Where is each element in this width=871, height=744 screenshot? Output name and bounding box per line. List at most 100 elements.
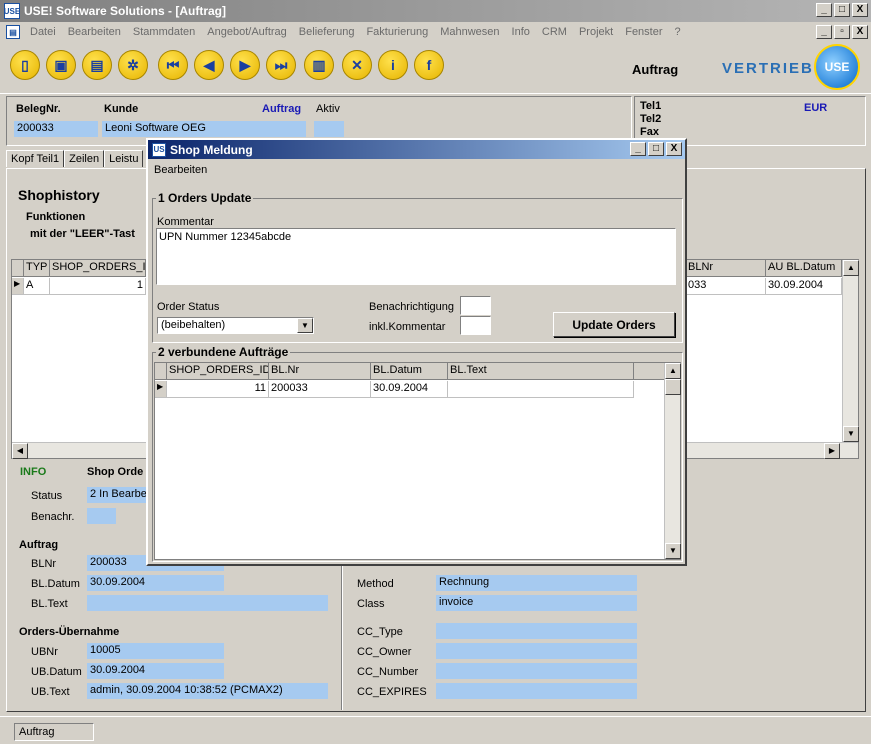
auftraege-grid[interactable]: SHOP_ORDERS_ID BL.Nr BL.Datum BL.Text ▶ … (154, 362, 681, 560)
col-blnr[interactable]: BLNr (686, 260, 766, 277)
scroll-right-icon[interactable]: ▶ (824, 443, 840, 459)
dialog-minimize-button[interactable]: _ (630, 142, 646, 156)
dialog-menu-bearbeiten[interactable]: Bearbeiten (154, 164, 207, 176)
ccnumber-label: CC_Number (357, 666, 419, 678)
auftrag-label: Auftrag (262, 103, 302, 115)
new-button[interactable]: ▯ (10, 50, 40, 80)
scroll-left-icon[interactable]: ◀ (12, 443, 28, 459)
chevron-down-icon[interactable]: ▼ (297, 318, 313, 333)
cell-shop-orders-id[interactable]: 11 (167, 381, 269, 398)
order-status-select[interactable]: (beibehalten) ▼ (157, 317, 314, 334)
menu-info[interactable]: Info (506, 26, 536, 38)
menu-projekt[interactable]: Projekt (573, 26, 619, 38)
info-button[interactable]: i (378, 50, 408, 80)
save-button[interactable]: ▣ (46, 50, 76, 80)
new-icon: ▯ (21, 56, 29, 73)
tab-leistung[interactable]: Leistu (104, 150, 144, 167)
col-shop-orders-id[interactable]: SHOP_ORDERS_ID (167, 363, 269, 380)
first-record-button[interactable]: ⏮ (158, 50, 188, 80)
prev-record-button[interactable]: ◀ (194, 50, 224, 80)
menu-help[interactable]: ? (669, 26, 687, 38)
dialog-maximize-button[interactable]: □ (648, 142, 664, 156)
menu-fakturierung[interactable]: Fakturierung (360, 26, 434, 38)
bldatum-field[interactable]: 30.09.2004 (87, 575, 224, 591)
cell-datum[interactable]: 30.09.2004 (766, 278, 842, 295)
menu-mahnwesen[interactable]: Mahnwesen (434, 26, 505, 38)
window-titlebar[interactable]: USE USE! Software Solutions - [Auftrag] … (0, 0, 871, 22)
menu-datei[interactable]: Datei (24, 26, 62, 38)
scroll-down-icon[interactable]: ▼ (843, 426, 859, 442)
mdi-child-icon[interactable]: ▤ (6, 25, 20, 39)
maximize-button[interactable]: □ (834, 3, 850, 17)
dialog-titlebar[interactable]: US Shop Meldung _ □ X (148, 140, 685, 159)
ccexpires-field[interactable] (436, 683, 637, 699)
cell-typ[interactable]: A (24, 278, 50, 295)
dialog-close-button[interactable]: X (666, 142, 682, 156)
cctype-field[interactable] (436, 623, 637, 639)
scroll-down-icon[interactable]: ▼ (665, 543, 681, 559)
menu-belieferung[interactable]: Belieferung (293, 26, 361, 38)
cell-blnr[interactable]: 033 (686, 278, 766, 295)
col-bl-text[interactable]: BL.Text (448, 363, 634, 380)
shower-icon: ✲ (127, 56, 139, 73)
cctype-label: CC_Type (357, 626, 403, 638)
col-au-bl-datum[interactable]: AU BL.Datum (766, 260, 842, 277)
shop-meldung-dialog: US Shop Meldung _ □ X Bearbeiten 1 Order… (146, 138, 687, 566)
bltext-field[interactable] (87, 595, 328, 611)
next-record-button[interactable]: ▶ (230, 50, 260, 80)
minimize-button[interactable]: _ (816, 3, 832, 17)
cell-bl-nr[interactable]: 200033 (269, 381, 371, 398)
cancel-button[interactable]: ✕ (342, 50, 372, 80)
col-bl-datum[interactable]: BL.Datum (371, 363, 448, 380)
shower-button[interactable]: ✲ (118, 50, 148, 80)
grid-vscrollbar[interactable]: ▲ ▼ (842, 260, 859, 442)
benachr-field[interactable] (87, 508, 116, 524)
class-field[interactable]: invoice (436, 595, 637, 611)
scroll-thumb[interactable] (665, 379, 681, 395)
close-button[interactable]: X (852, 3, 868, 17)
mdi-minimize-button[interactable]: _ (816, 25, 832, 39)
orders-update-title: 1 Orders Update (156, 191, 254, 205)
mdi-restore-button[interactable]: ▫ (834, 25, 850, 39)
tab-kopf-teil1[interactable]: Kopf Teil1 (6, 150, 65, 167)
function-button[interactable]: f (414, 50, 444, 80)
ubnr-field[interactable]: 10005 (87, 643, 224, 659)
menu-bar: ▤ Datei Bearbeiten Stammdaten Angebot/Au… (0, 22, 871, 42)
last-record-button[interactable]: ⏭ (266, 50, 296, 80)
delete-button[interactable]: ▥ (304, 50, 334, 80)
mdi-close-button[interactable]: X (852, 25, 868, 39)
menu-bearbeiten[interactable]: Bearbeiten (62, 26, 127, 38)
aktiv-field[interactable] (314, 121, 344, 137)
col-bl-nr[interactable]: BL.Nr (269, 363, 371, 380)
tab-zeilen[interactable]: Zeilen (64, 150, 105, 167)
beleg-field[interactable]: 200033 (14, 121, 98, 137)
row-pointer-icon: ▶ (12, 278, 24, 295)
kommentar-textarea[interactable]: UPN Nummer 12345abcde (156, 228, 676, 285)
col-shop-orders-id[interactable]: SHOP_ORDERS_I (50, 260, 146, 277)
scroll-up-icon[interactable]: ▲ (843, 260, 859, 276)
table-row[interactable]: ▶ 11 200033 30.09.2004 (155, 381, 634, 398)
print-button[interactable]: ▤ (82, 50, 112, 80)
ccowner-field[interactable] (436, 643, 637, 659)
scroll-up-icon[interactable]: ▲ (665, 363, 681, 379)
cell-bl-text[interactable] (448, 381, 634, 398)
cell-bl-datum[interactable]: 30.09.2004 (371, 381, 448, 398)
cell-id[interactable]: 1 (50, 278, 146, 295)
menu-stammdaten[interactable]: Stammdaten (127, 26, 201, 38)
class-label: Class (357, 598, 385, 610)
ubtext-field[interactable]: admin, 30.09.2004 10:38:52 (PCMAX2) (87, 683, 328, 699)
menu-fenster[interactable]: Fenster (619, 26, 668, 38)
ccnumber-field[interactable] (436, 663, 637, 679)
col-typ[interactable]: TYP (24, 260, 50, 277)
kunde-field[interactable]: Leoni Software OEG (102, 121, 306, 137)
benachrichtigung-checkbox[interactable] (460, 296, 491, 315)
menu-crm[interactable]: CRM (536, 26, 573, 38)
status-field[interactable]: 2 In Bearbe (87, 487, 147, 503)
menu-angebot-auftrag[interactable]: Angebot/Auftrag (201, 26, 293, 38)
fax-label: Fax (640, 126, 659, 138)
update-orders-button[interactable]: Update Orders (553, 312, 675, 337)
dialog-grid-vscrollbar[interactable]: ▲ ▼ (664, 363, 681, 559)
method-field[interactable]: Rechnung (436, 575, 637, 591)
ubdatum-field[interactable]: 30.09.2004 (87, 663, 224, 679)
inkl-kommentar-checkbox[interactable] (460, 316, 491, 335)
